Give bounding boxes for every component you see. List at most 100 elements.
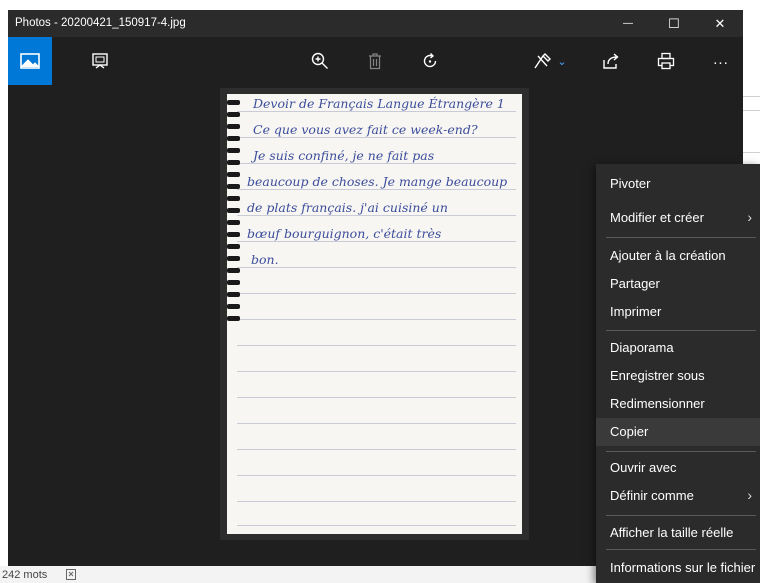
menu-item-definir-comme[interactable]: Définir comme ›	[596, 482, 760, 510]
menu-item-pivoter[interactable]: Pivoter	[596, 170, 760, 198]
slideshow-icon	[92, 53, 108, 69]
spiral-ring	[227, 172, 240, 177]
menu-item-enregistrer-sous[interactable]: Enregistrer sous	[596, 362, 760, 390]
ruled-line	[237, 319, 516, 320]
menu-item-informations-fichier[interactable]: Informations sur le fichier	[596, 554, 760, 582]
spiral-ring	[227, 208, 240, 213]
handwriting-line: Ce que vous avez fait ce week-end?	[253, 122, 478, 137]
menu-item-imprimer[interactable]: Imprimer	[596, 298, 760, 326]
menu-item-ajouter-creation[interactable]: Ajouter à la création	[596, 242, 760, 270]
zoom-in-icon	[311, 52, 328, 69]
menu-item-modifier-et-creer[interactable]: Modifier et créer ›	[596, 204, 760, 232]
ruled-line	[237, 137, 516, 138]
ruled-line	[237, 423, 516, 424]
menu-item-label: Enregistrer sous	[610, 368, 705, 383]
edit-create-button[interactable]: ⌄	[523, 37, 577, 85]
more-button[interactable]: ...	[699, 37, 743, 85]
print-icon	[657, 52, 675, 70]
menu-item-label: Définir comme	[610, 488, 694, 503]
menu-separator	[606, 515, 756, 516]
menu-separator	[606, 330, 756, 331]
handwriting-line: de plats français. j'ai cuisiné un	[247, 200, 448, 215]
delete-button[interactable]	[353, 37, 397, 85]
ruled-line	[237, 397, 516, 398]
menu-item-redimensionner[interactable]: Redimensionner	[596, 390, 760, 418]
spiral-ring	[227, 220, 240, 225]
photo: Devoir de Français Langue Étrangère 1 Ce…	[220, 88, 529, 540]
ruled-line	[237, 241, 516, 242]
menu-item-diaporama[interactable]: Diaporama	[596, 334, 760, 362]
menu-item-label: Diaporama	[610, 340, 674, 355]
window-title: Photos - 20200421_150917-4.jpg	[15, 17, 186, 29]
spiral-ring	[227, 148, 240, 153]
more-icon: ...	[713, 50, 729, 68]
word-count: 242 mots	[2, 569, 48, 581]
menu-item-label: Ouvrir avec	[610, 460, 677, 475]
menu-item-ouvrir-avec[interactable]: Ouvrir avec	[596, 454, 760, 482]
menu-item-label: Partager	[610, 276, 660, 291]
ruled-line	[237, 267, 516, 268]
ruled-line	[237, 525, 516, 526]
spiral-ring	[227, 292, 240, 297]
maximize-icon: ☐	[668, 15, 680, 31]
print-button[interactable]	[644, 37, 688, 85]
menu-item-label: Afficher la taille réelle	[610, 525, 734, 540]
chevron-right-icon: ›	[747, 487, 752, 503]
ruled-line	[237, 449, 516, 450]
spiral-ring	[227, 124, 240, 129]
ruled-line	[237, 111, 516, 112]
title-bar: Photos - 20200421_150917-4.jpg — ☐ ✕	[8, 10, 743, 37]
menu-item-label: Imprimer	[610, 304, 662, 319]
view-image-button[interactable]	[8, 37, 52, 85]
menu-separator	[606, 237, 756, 238]
ruled-line	[237, 501, 516, 502]
ruled-line	[237, 215, 516, 216]
minimize-icon: —	[623, 18, 633, 29]
spiral-ring	[227, 280, 240, 285]
background-divider	[742, 152, 760, 153]
menu-item-label: Pivoter	[610, 176, 651, 191]
image-icon	[20, 53, 40, 69]
ruled-line	[237, 163, 516, 164]
handwriting-line: bœuf bourguignon, c'était très	[247, 226, 442, 241]
menu-item-copier[interactable]: Copier	[596, 418, 760, 446]
menu-item-afficher-taille-reelle[interactable]: Afficher la taille réelle	[596, 519, 760, 547]
spiral-ring	[227, 244, 240, 249]
spiral-ring	[227, 136, 240, 141]
spiral-ring	[227, 232, 240, 237]
close-button[interactable]: ✕	[697, 10, 743, 37]
maximize-button[interactable]: ☐	[651, 10, 697, 37]
document-icon[interactable]	[66, 569, 78, 583]
share-icon	[603, 53, 619, 69]
ruled-line	[237, 189, 516, 190]
spiral-ring	[227, 256, 240, 261]
menu-item-label: Ajouter à la création	[610, 248, 726, 263]
menu-item-label: Informations sur le fichier	[610, 560, 756, 575]
menu-item-label: Copier	[610, 424, 649, 439]
close-icon: ✕	[714, 15, 726, 31]
spiral-ring	[227, 268, 240, 273]
minimize-button[interactable]: —	[605, 10, 651, 37]
share-button[interactable]	[589, 37, 633, 85]
ruled-line	[237, 475, 516, 476]
menu-item-partager[interactable]: Partager	[596, 270, 760, 298]
ruled-line	[237, 345, 516, 346]
menu-separator	[606, 549, 756, 550]
slideshow-button[interactable]	[78, 37, 122, 85]
spiral-ring	[227, 316, 240, 321]
menu-item-label: Redimensionner	[610, 396, 705, 411]
notebook-page: Devoir de Français Langue Étrangère 1 Ce…	[227, 94, 522, 534]
spiral-ring	[227, 112, 240, 117]
ruled-line	[237, 293, 516, 294]
handwriting-line: Devoir de Français Langue Étrangère 1	[253, 96, 505, 111]
spiral-ring	[227, 160, 240, 165]
background-divider	[742, 96, 760, 97]
chevron-right-icon: ›	[747, 209, 752, 225]
zoom-button[interactable]	[298, 37, 342, 85]
background-divider	[742, 110, 760, 111]
spiral-ring	[227, 196, 240, 201]
handwriting-line: beaucoup de choses. Je mange beaucoup	[247, 174, 508, 189]
rotate-button[interactable]	[408, 37, 452, 85]
toolbar: ⌄ ...	[8, 37, 743, 85]
edit-create-icon	[534, 53, 552, 69]
